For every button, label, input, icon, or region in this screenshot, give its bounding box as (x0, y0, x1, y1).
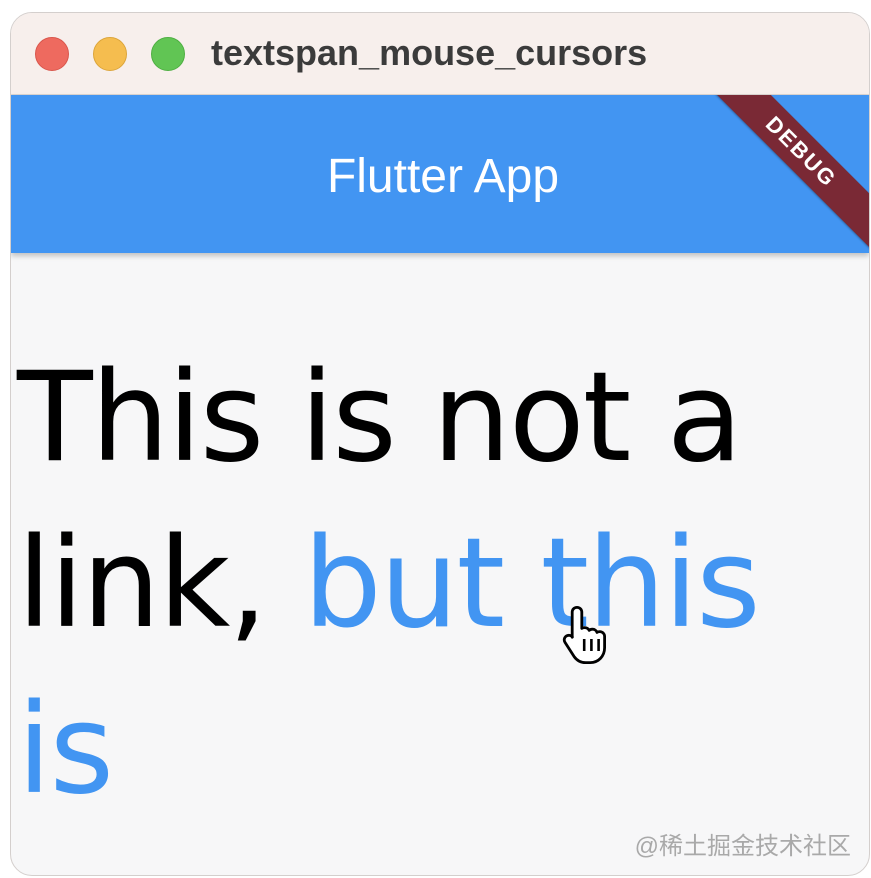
rich-text-paragraph: This is not a link, but this is (17, 335, 863, 833)
minimize-window-button[interactable] (93, 37, 127, 71)
window-title: textspan_mouse_cursors (211, 32, 648, 73)
app-window: textspan_mouse_cursors Flutter App DEBUG… (10, 12, 870, 876)
hand-pointer-icon (562, 606, 606, 664)
close-window-button[interactable] (35, 37, 69, 71)
watermark: @稀土掘金技术社区 (634, 833, 851, 860)
app-bar-title: Flutter App (326, 150, 560, 203)
window-titlebar[interactable]: textspan_mouse_cursors (11, 13, 869, 95)
maximize-window-button[interactable] (151, 37, 185, 71)
app-bar: Flutter App DEBUG (11, 95, 869, 253)
